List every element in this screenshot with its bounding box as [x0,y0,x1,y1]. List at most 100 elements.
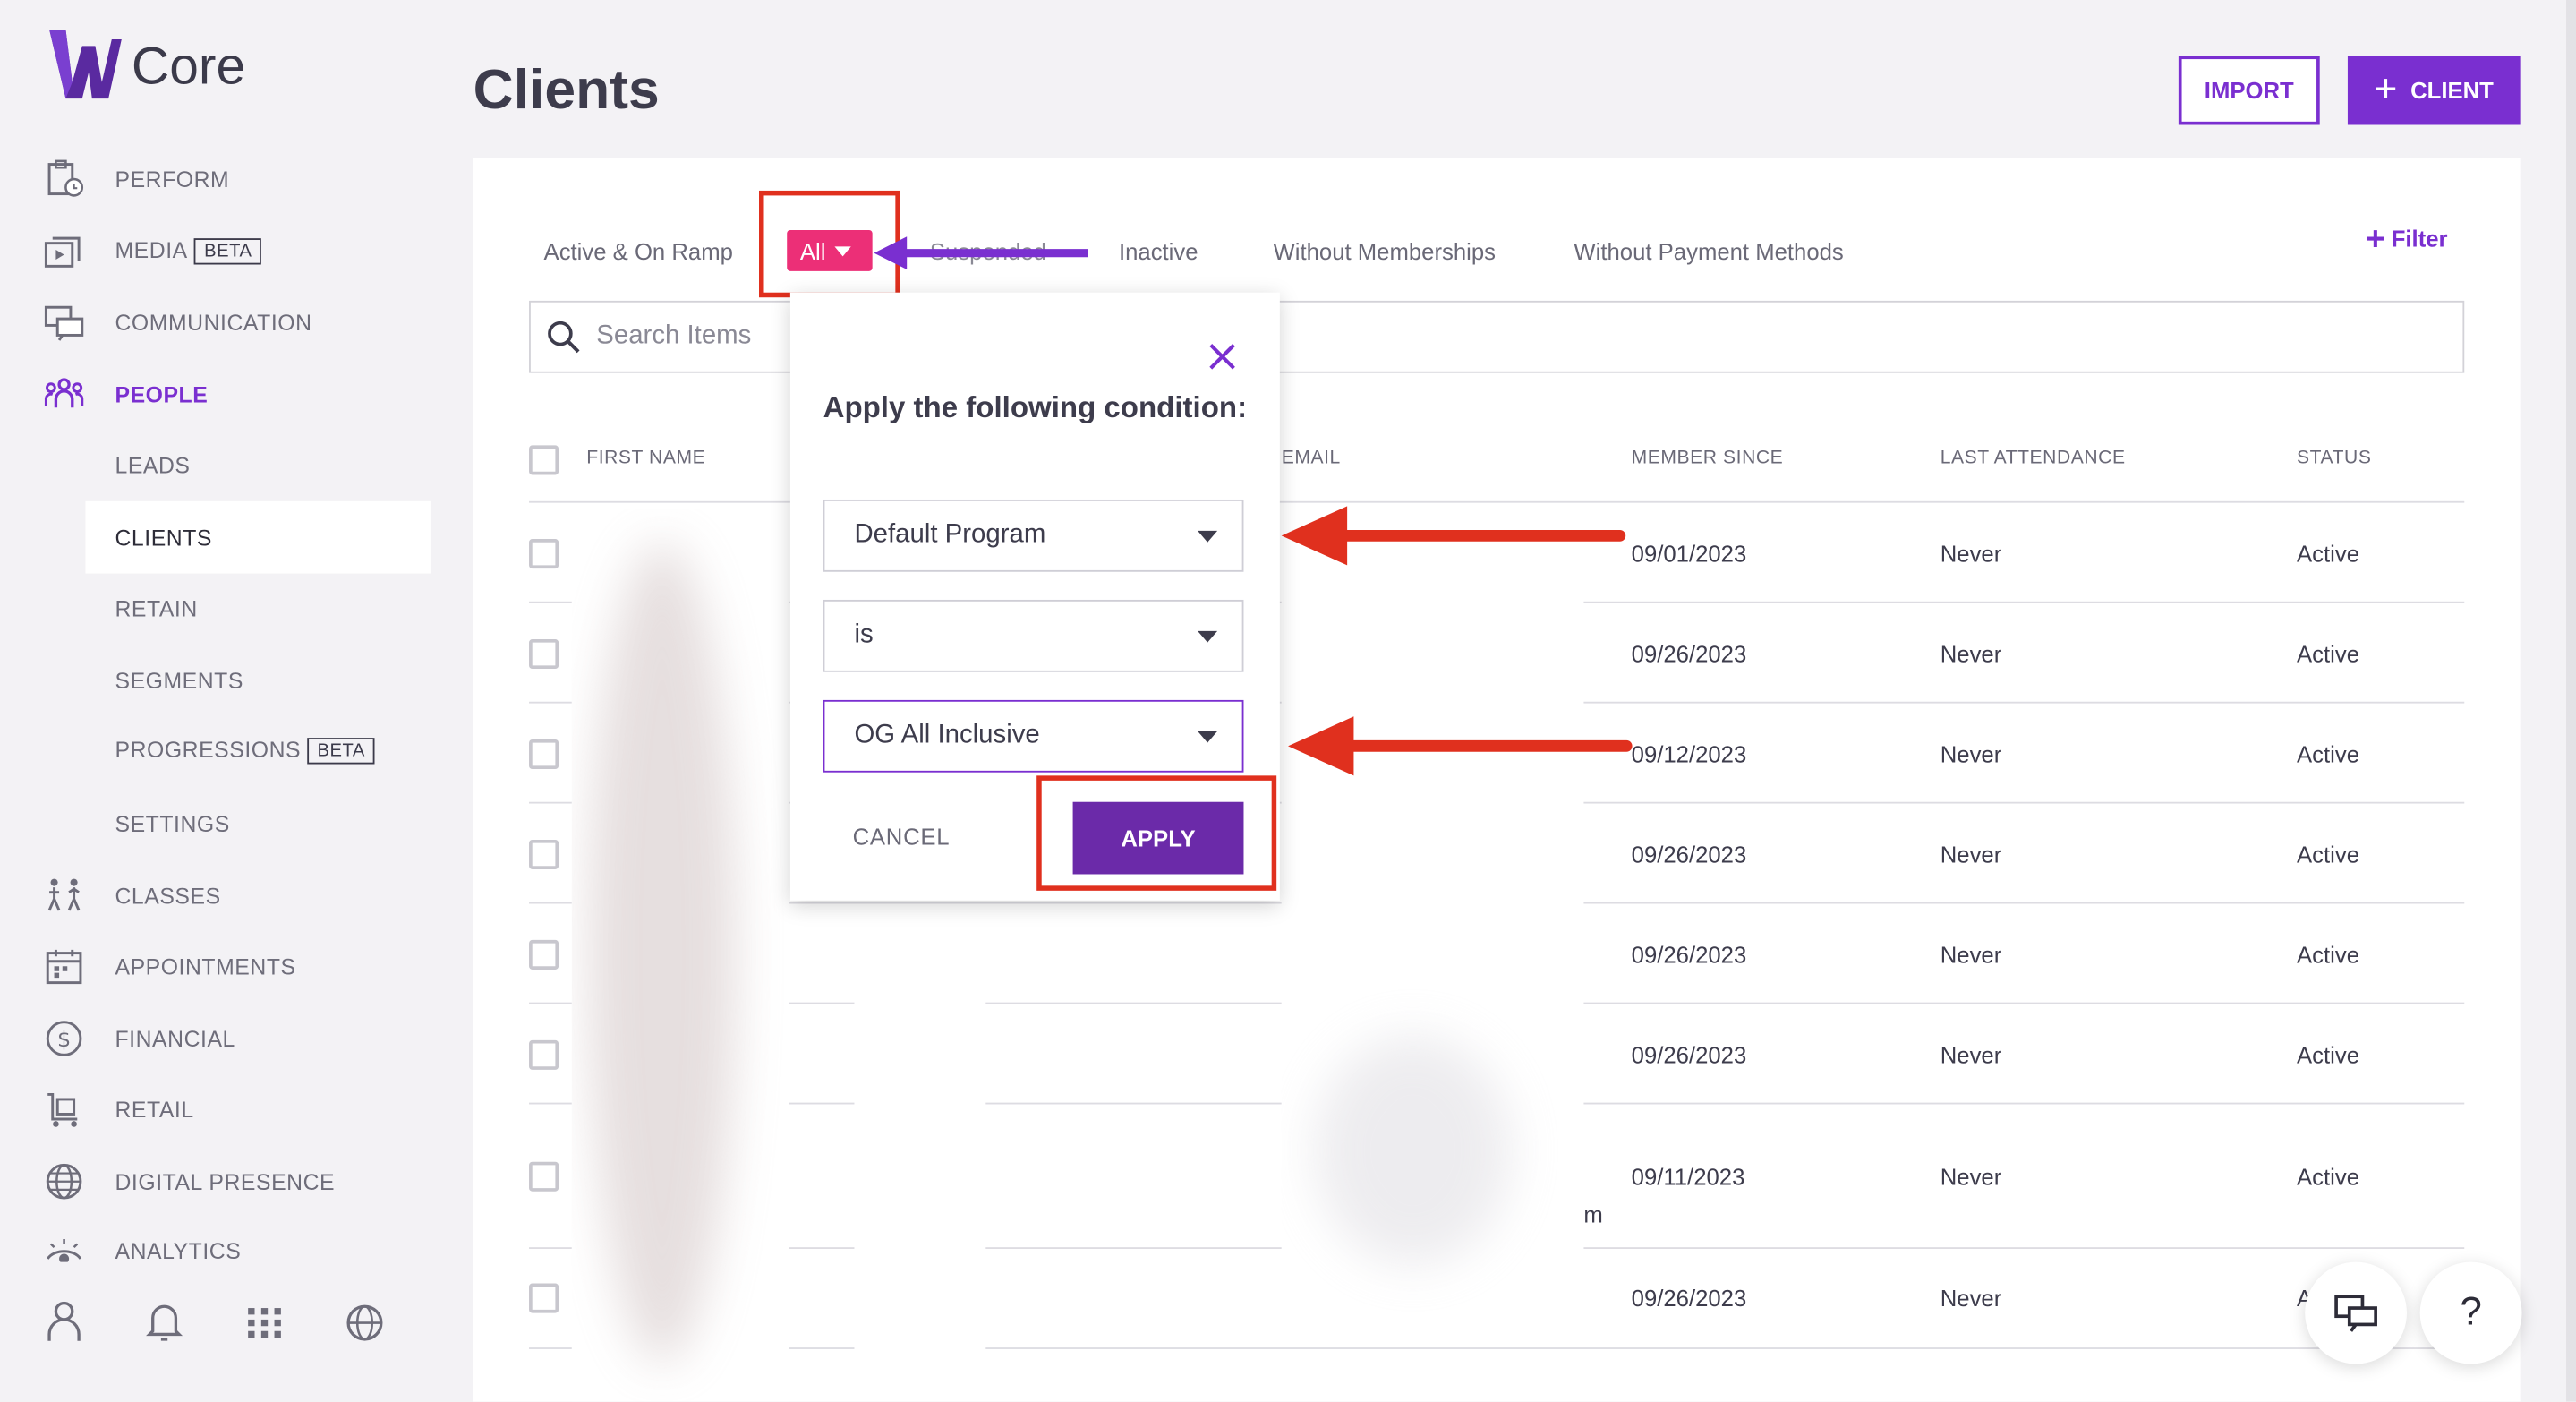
tab-without-payment-methods[interactable]: Without Payment Methods [1574,238,1843,264]
search-placeholder: Search Items [596,321,752,350]
member-since: 09/12/2023 [1631,740,1747,768]
last-attendance: Never [1940,1285,2002,1312]
sidebar-item-financial[interactable]: $ FINANCIAL [0,1005,431,1071]
help-button[interactable]: ? [2419,1261,2522,1364]
annotation-arrow-red [1288,716,1633,776]
clipboard-clock-icon [47,159,84,197]
sidebar-subitem-retain[interactable]: RETAIN [0,575,431,640]
people-icon [44,378,84,408]
condition-value-select[interactable]: OG All Inclusive [823,699,1244,773]
column-header-email[interactable]: EMAIL [1282,449,1341,468]
sidebar-item-media[interactable]: MEDIA BETA [0,218,431,284]
tab-without-memberships[interactable]: Without Memberships [1274,238,1497,264]
sidebar-item-label: COMMUNICATION [115,309,312,335]
sidebar-item-label: ANALYTICS [115,1238,242,1262]
condition-field-select[interactable]: Default Program [823,499,1244,572]
plus-icon: + [2366,221,2385,259]
bell-icon[interactable] [143,1298,186,1344]
caret-down-icon [1198,731,1218,743]
select-all-checkbox[interactable] [529,445,559,475]
member-since: 09/26/2023 [1631,640,1747,668]
last-attendance: Never [1940,640,2002,668]
sidebar-item-label: FINANCIAL [115,1026,235,1051]
column-header-status[interactable]: STATUS [2297,449,2371,468]
globe-icon[interactable] [344,1298,387,1344]
sidebar-item-perform[interactable]: PERFORM [0,146,431,211]
condition-operator-select[interactable]: is [823,599,1244,672]
logo-text: Core [131,36,246,96]
logo-icon [49,30,122,99]
status: Active [2297,1041,2360,1069]
column-header-first-name[interactable]: FIRST NAME [586,449,705,468]
sidebar-subitem-clients[interactable]: CLIENTS [85,500,431,574]
caret-down-icon [1198,530,1218,543]
add-client-button[interactable]: + CLIENT [2347,56,2521,125]
member-since: 09/11/2023 [1631,1163,1745,1190]
user-icon[interactable] [43,1298,86,1344]
row-checkbox[interactable] [529,939,559,970]
row-checkbox[interactable] [529,539,559,569]
redacted-region [854,936,986,1353]
scrollbar[interactable] [2566,0,2576,1402]
sidebar-subitem-settings[interactable]: SETTINGS [0,791,431,856]
globe-icon [46,1163,82,1200]
page-title: Clients [473,59,660,122]
sidebar-item-appointments[interactable]: APPOINTMENTS [0,934,431,999]
row-checkbox[interactable] [529,739,559,770]
caret-down-icon [1198,630,1218,643]
sidebar-item-label: CLASSES [115,883,221,909]
sidebar-item-people[interactable]: PEOPLE [0,362,431,427]
cancel-button[interactable]: CANCEL [853,824,951,850]
status: Active [2297,640,2360,668]
svg-text:$: $ [57,1027,71,1052]
grid-icon[interactable] [243,1298,286,1344]
add-filter-button[interactable]: + Filter [2366,222,2447,260]
add-client-label: CLIENT [2410,77,2494,104]
dollar-circle-icon: $ [46,1021,82,1056]
sidebar-item-label: DIGITAL PRESENCE [115,1168,336,1194]
sidebar-subitem-segments[interactable]: SEGMENTS [0,647,431,713]
filter-label: Filter [2391,225,2448,252]
sidebar-item-communication[interactable]: COMMUNICATION [0,289,431,355]
row-checkbox[interactable] [529,1161,559,1192]
column-header-member-since[interactable]: MEMBER SINCE [1632,449,1784,468]
row-checkbox[interactable] [529,639,559,670]
tab-active-on-ramp[interactable]: Active & On Ramp [544,238,733,264]
import-button[interactable]: IMPORT [2178,56,2320,125]
email-fragment: m [1583,1201,1603,1228]
plus-icon: + [2374,67,2398,112]
redacted-names [571,509,789,1402]
sidebar-item-label: RETAIN [115,595,198,620]
member-since: 09/26/2023 [1631,1041,1747,1069]
last-attendance: Never [1940,841,2002,868]
sidebar-item-classes[interactable]: CLASSES [0,863,431,928]
sidebar-item-label: SEGMENTS [115,668,243,693]
sidebar-item-retail[interactable]: RETAIL [0,1076,431,1141]
row-checkbox[interactable] [529,1039,559,1070]
sidebar-item-label: RETAIL [115,1097,194,1122]
sidebar-item-label: MEDIA [115,238,188,263]
sidebar-item-label: APPOINTMENTS [115,953,296,979]
row-checkbox[interactable] [529,1283,559,1313]
modal-title: Apply the following condition: [823,390,1248,424]
last-attendance: Never [1940,1041,2002,1069]
sidebar-subitem-progressions[interactable]: PROGRESSIONS BETA [0,718,431,783]
close-icon[interactable] [1206,340,1239,373]
chat-button[interactable] [2305,1261,2408,1364]
chat-bubbles-icon [2334,1295,2377,1332]
tab-inactive[interactable]: Inactive [1119,238,1198,264]
status: Active [2297,540,2360,568]
selected-value: is [854,620,874,650]
calendar-icon [46,949,82,985]
column-header-last-attendance[interactable]: LAST ATTENDANCE [1941,449,2126,468]
sidebar-item-analytics[interactable]: ANALYTICS [0,1219,431,1262]
selected-value: OG All Inclusive [854,721,1040,749]
row-checkbox[interactable] [529,839,559,869]
sidebar-subitem-leads[interactable]: LEADS [0,432,431,498]
help-label: ? [2460,1289,2482,1335]
row-divider [529,1347,2465,1349]
annotation-arrow-red [1281,506,1626,566]
member-since: 09/01/2023 [1631,540,1747,568]
sidebar-item-digital-presence[interactable]: DIGITAL PRESENCE [0,1149,431,1214]
sidebar-item-label: PROGRESSIONS [115,738,302,763]
